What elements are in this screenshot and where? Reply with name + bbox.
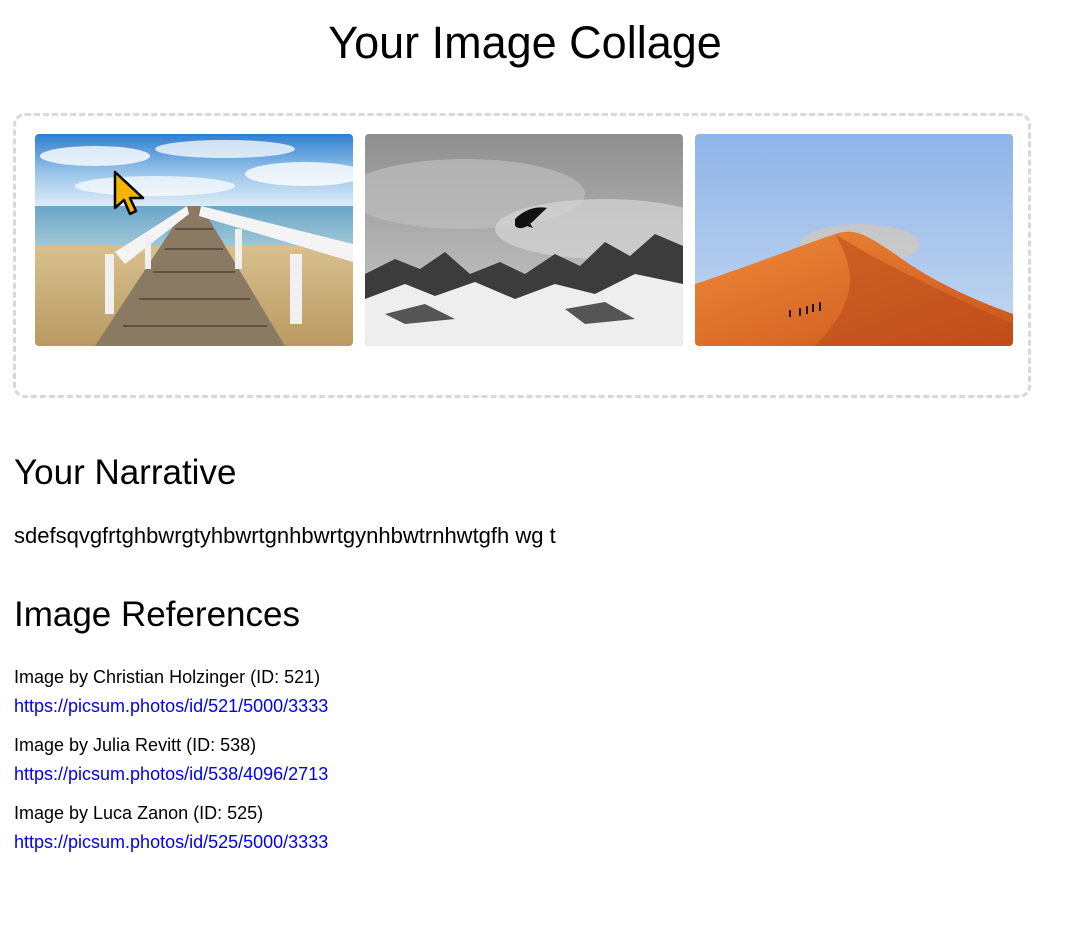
reference-item: Image by Julia Revitt (ID: 538) https://… bbox=[14, 731, 328, 789]
mountain-image bbox=[365, 134, 683, 346]
reference-credit: Image by Luca Zanon (ID: 525) bbox=[14, 803, 264, 823]
page-title: Your Image Collage bbox=[328, 17, 722, 68]
reference-item: Image by Christian Holzinger (ID: 521) h… bbox=[14, 663, 328, 721]
reference-link[interactable]: https://picsum.photos/id/525/5000/3333 bbox=[14, 828, 328, 857]
collage-image-pier[interactable] bbox=[35, 134, 353, 346]
dune-image bbox=[695, 134, 1013, 346]
references-heading: Image References bbox=[14, 595, 300, 634]
narrative-text: sdefsqvgfrtghbwrgtyhbwrtgnhbwrtgynhbwtrn… bbox=[14, 523, 556, 548]
reference-link[interactable]: https://picsum.photos/id/538/4096/2713 bbox=[14, 760, 328, 789]
pier-image bbox=[35, 134, 353, 346]
collage-image-mountains[interactable] bbox=[365, 134, 683, 346]
reference-item: Image by Luca Zanon (ID: 525) https://pi… bbox=[14, 799, 328, 857]
reference-credit: Image by Christian Holzinger (ID: 521) bbox=[14, 667, 321, 687]
collage-image-dune[interactable] bbox=[695, 134, 1013, 346]
reference-link[interactable]: https://picsum.photos/id/521/5000/3333 bbox=[14, 692, 328, 721]
narrative-heading: Your Narrative bbox=[14, 453, 237, 492]
reference-credit: Image by Julia Revitt (ID: 538) bbox=[14, 735, 257, 755]
